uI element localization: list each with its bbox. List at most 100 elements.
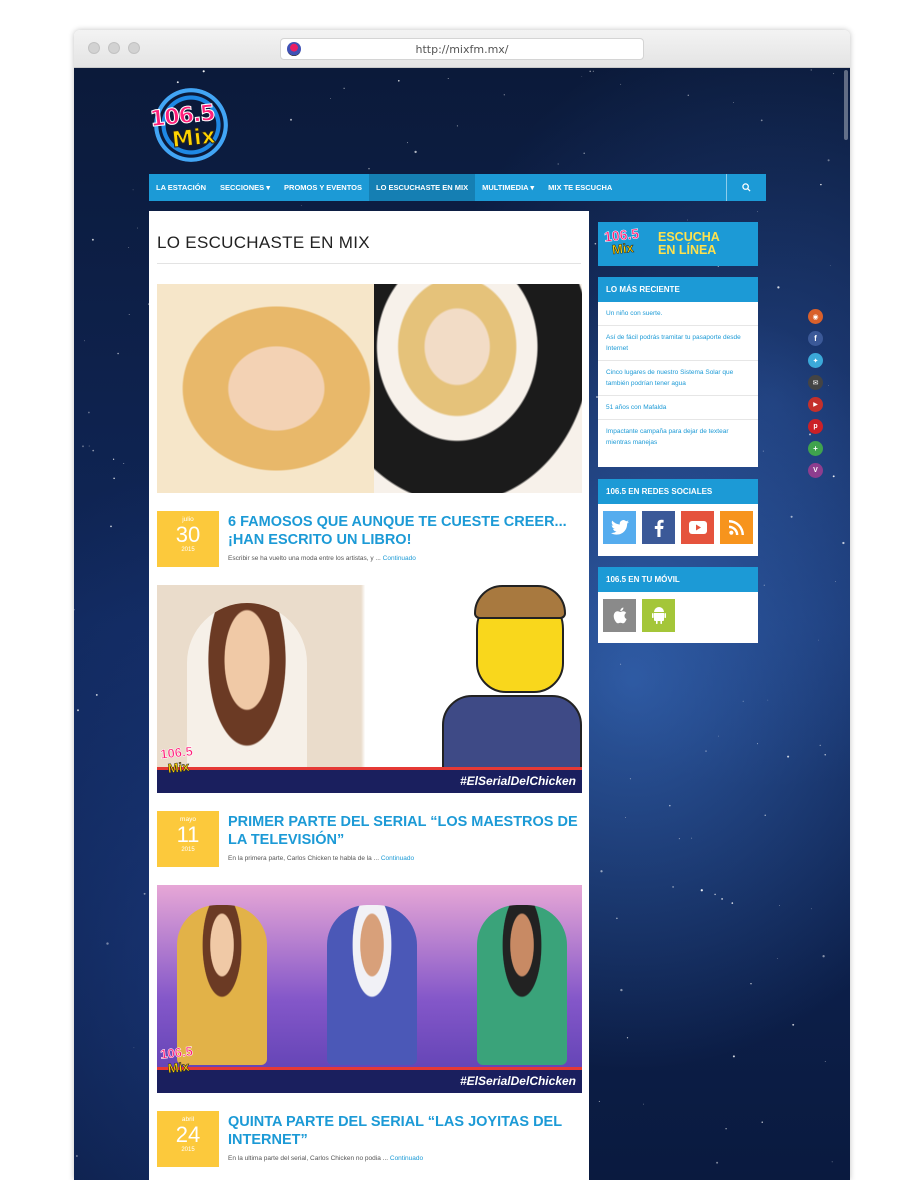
star <box>300 205 302 206</box>
youtube-share-icon: ▶ <box>813 402 818 408</box>
search-icon <box>742 183 751 192</box>
star <box>82 445 84 448</box>
nav-item-secciones[interactable]: SECCIONES ▾ <box>213 174 277 201</box>
post-item: mayo 11 2015 PRIMER PARTE DEL SERIAL “LO… <box>157 811 582 871</box>
rss-share-icon: ◉ <box>812 313 819 321</box>
star <box>581 76 583 77</box>
listen-online-banner[interactable]: 106.5 Mix ESCUCHA EN LÍNEA <box>598 222 758 266</box>
star <box>557 163 559 165</box>
star <box>714 893 716 896</box>
excerpt-text: En la ultima parte del serial, Carlos Ch… <box>228 1155 389 1162</box>
address-bar[interactable]: http://mixfm.mx/ <box>280 38 644 60</box>
post-item: julio 30 2015 6 FAMOSOS QUE AUNQUE TE CU… <box>157 511 582 571</box>
social-widget: 106.5 EN REDES SOCIALES <box>598 479 758 556</box>
star <box>828 385 829 386</box>
email-share-button[interactable]: ✉ <box>808 375 823 390</box>
pinterest-share-button[interactable]: p <box>808 419 823 434</box>
close-window-button[interactable] <box>88 42 100 54</box>
star <box>136 227 138 229</box>
nav-item-lo-escuchaste-en-mix[interactable]: LO ESCUCHASTE EN MIX <box>368 174 476 201</box>
featured-image-maestros[interactable]: #ElSerialDelChicken 106.5 Mix <box>157 585 582 793</box>
star <box>787 755 790 758</box>
date-day: 11 <box>176 822 200 847</box>
twitter-share-button[interactable]: ✦ <box>808 353 823 368</box>
star <box>117 352 119 355</box>
star <box>792 1023 795 1026</box>
googleplus-share-button[interactable]: + <box>808 441 823 456</box>
facebook-button[interactable] <box>642 511 675 544</box>
excerpt-text: En la primera parte, Carlos Chicken te h… <box>228 855 380 862</box>
recent-post-link[interactable]: Así de fácil podrás tramitar tu pasaport… <box>598 326 758 361</box>
star <box>732 1055 735 1058</box>
recent-posts-widget: LO MÁS RECIENTE Un niño con suerte. Así … <box>598 277 758 467</box>
recent-post-link[interactable]: Un niño con suerte. <box>598 302 758 326</box>
star <box>672 885 675 888</box>
search-button[interactable] <box>726 174 766 201</box>
vine-share-button[interactable]: V <box>808 463 823 478</box>
singer-center <box>327 905 417 1065</box>
rss-share-button[interactable]: ◉ <box>808 309 823 324</box>
banner-hashtag: #ElSerialDelChicken <box>459 774 576 788</box>
recent-post-link[interactable]: Impactante campaña para dejar de textear… <box>598 420 758 454</box>
star <box>833 73 835 75</box>
star <box>761 1121 763 1123</box>
android-app-button[interactable] <box>642 599 675 632</box>
star <box>731 902 734 904</box>
twitter-button[interactable] <box>603 511 636 544</box>
read-more-link[interactable]: Continuado <box>381 855 414 862</box>
featured-image-joyitas[interactable]: #ElSerialDelChicken 106.5 Mix <box>157 885 582 1093</box>
nav-item-la-estacion[interactable]: LA ESTACIÓN <box>149 174 213 201</box>
maximize-window-button[interactable] <box>128 42 140 54</box>
widget-title: 106.5 EN TU MÓVIL <box>598 567 758 592</box>
post-title-link[interactable]: PRIMER PARTE DEL SERIAL “LOS MAESTROS DE… <box>228 813 578 849</box>
nav-item-mix-te-escucha[interactable]: MIX TE ESCUCHA <box>541 174 619 201</box>
star <box>725 1128 727 1130</box>
ios-app-button[interactable] <box>603 599 636 632</box>
post-title-link[interactable]: 6 FAMOSOS QUE AUNQUE TE CUESTE CREER... … <box>228 513 578 549</box>
banner-hashtag: #ElSerialDelChicken <box>459 1074 576 1088</box>
nav-item-promos-y-eventos[interactable]: PROMOS Y EVENTOS <box>277 174 369 201</box>
star <box>810 69 812 71</box>
logo-word: Mix <box>170 123 217 154</box>
youtube-button[interactable] <box>681 511 714 544</box>
rss-button[interactable] <box>720 511 753 544</box>
recent-post-link[interactable]: Cinco lugares de nuestro Sistema Solar q… <box>598 361 758 396</box>
banner-logo-word: Mix <box>167 1058 191 1077</box>
star <box>600 870 603 873</box>
recent-post-link[interactable]: 51 años con Mafalda <box>598 396 758 420</box>
banner-logo-word: Mix <box>167 758 191 777</box>
star <box>832 475 835 478</box>
read-more-link[interactable]: Continuado <box>390 1155 423 1162</box>
twitter-icon <box>610 520 629 535</box>
star <box>626 1037 629 1039</box>
star <box>620 663 622 665</box>
featured-image-famosos[interactable] <box>157 284 582 493</box>
scrollbar-thumb[interactable] <box>844 70 848 140</box>
android-icon <box>651 607 666 624</box>
mobile-icons-row <box>598 592 758 639</box>
post-excerpt: Escribir se ha vuelto una moda entre los… <box>228 555 416 562</box>
read-more-link[interactable]: Continuado <box>383 555 416 562</box>
star <box>716 1161 719 1164</box>
star <box>128 314 130 316</box>
minimize-window-button[interactable] <box>108 42 120 54</box>
photo-right <box>374 284 582 493</box>
youtube-share-button[interactable]: ▶ <box>808 397 823 412</box>
star <box>790 515 793 518</box>
site-logo[interactable]: 106.5 Mix <box>148 88 238 164</box>
star <box>669 804 671 807</box>
star <box>824 1060 826 1063</box>
star <box>620 988 623 992</box>
singer-left <box>177 905 267 1065</box>
nav-item-multimedia[interactable]: MULTIMEDIA ▾ <box>475 174 541 201</box>
facebook-share-button[interactable]: f <box>808 331 823 346</box>
star <box>456 125 458 127</box>
post-date-badge: julio 30 2015 <box>157 511 219 567</box>
star <box>589 70 591 73</box>
star <box>330 98 331 99</box>
widget-title: LO MÁS RECIENTE <box>598 277 758 302</box>
twitter-share-icon: ✦ <box>812 357 819 365</box>
floating-share-bar: ◉ f ✦ ✉ ▶ p + V <box>808 309 824 485</box>
post-excerpt: En la ultima parte del serial, Carlos Ch… <box>228 1155 423 1162</box>
post-title-link[interactable]: QUINTA PARTE DEL SERIAL “LAS JOYITAS DEL… <box>228 1113 578 1149</box>
